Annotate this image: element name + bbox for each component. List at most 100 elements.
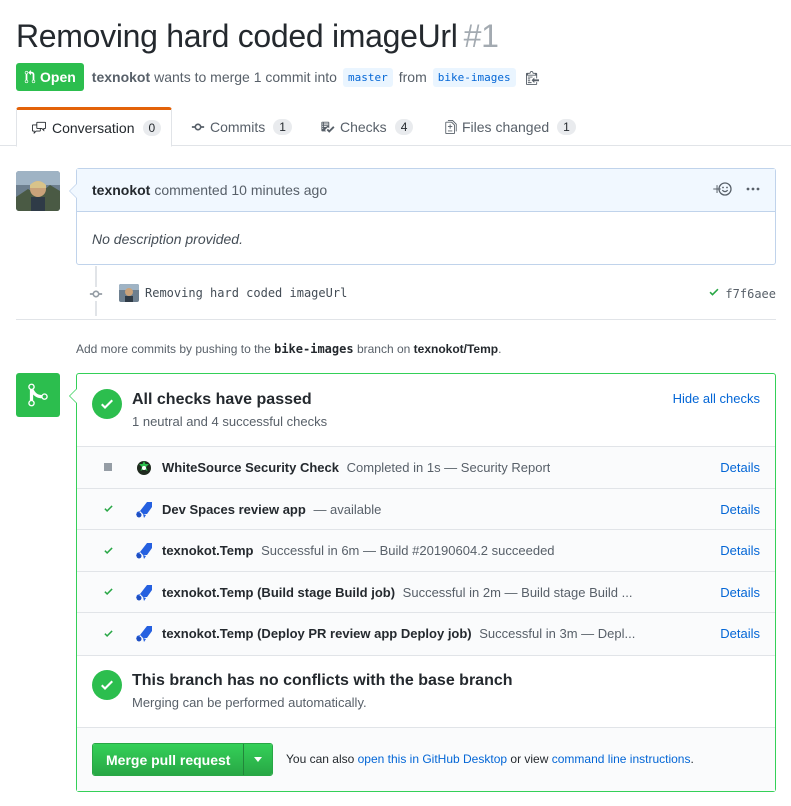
- state-badge: Open: [16, 63, 84, 91]
- tab-label: Conversation: [52, 120, 135, 136]
- hint-middle: branch on: [356, 342, 411, 356]
- whitesource-icon: [134, 458, 154, 478]
- comment-actions: +: [712, 181, 760, 200]
- avatar[interactable]: [16, 171, 60, 211]
- check-text: texnokot.Temp Successful in 6m — Build #…: [162, 543, 555, 558]
- conflicts-title: This branch has no conflicts with the ba…: [132, 672, 513, 689]
- check-name: texnokot.Temp (Deploy PR review app Depl…: [162, 626, 472, 641]
- check-icon: [101, 502, 115, 516]
- check-desc: — available: [313, 501, 382, 517]
- tab-counter: 1: [557, 118, 576, 135]
- base-branch[interactable]: master: [342, 67, 393, 87]
- check-text: WhiteSource Security Check Completed in …: [162, 460, 550, 475]
- check-desc: Successful in 2m — Build stage Build ...: [402, 584, 633, 600]
- check-icon: [101, 543, 115, 557]
- commit-sha-group: f7f6aee: [708, 286, 776, 301]
- pr-number: #1: [463, 18, 499, 54]
- merge-box: All checks have passed 1 neutral and 4 s…: [69, 373, 776, 792]
- tab-commits[interactable]: Commits 1: [191, 107, 292, 146]
- triangle-down-icon: [254, 757, 263, 762]
- details-link[interactable]: Details: [720, 626, 760, 641]
- check-row: texnokot.Temp (Build stage Build job) Su…: [77, 572, 775, 613]
- check-desc: Successful in 6m — Build #20190604.2 suc…: [261, 543, 555, 558]
- from-text: from: [398, 69, 427, 85]
- comment-time[interactable]: 10 minutes ago: [231, 182, 327, 198]
- check-row: Dev Spaces review app — available Detail…: [77, 489, 775, 530]
- hint-branch: bike-images: [274, 342, 354, 356]
- commit-message[interactable]: Removing hard coded imageUrl: [145, 286, 347, 300]
- push-hint: Add more commits by pushing to the bike-…: [76, 342, 501, 356]
- checks-subtitle: 1 neutral and 4 successful checks: [132, 414, 328, 429]
- details-link[interactable]: Details: [720, 543, 760, 558]
- pr-tabs: Conversation 0 Commits 1 Checks 4 Files …: [0, 107, 791, 147]
- kebab-horizontal-icon[interactable]: [746, 182, 760, 199]
- also-prefix: You can also: [286, 752, 355, 766]
- details-link[interactable]: Details: [720, 585, 760, 600]
- tab-conversation[interactable]: Conversation 0: [16, 107, 172, 147]
- comment-author[interactable]: texnokot: [92, 182, 150, 198]
- azure-pipelines-icon: [134, 500, 154, 520]
- check-row: texnokot.Temp (Deploy PR review app Depl…: [77, 613, 775, 655]
- check-name: texnokot.Temp (Build stage Build job): [162, 584, 396, 600]
- pr-title-text: Removing hard coded imageUrl: [16, 18, 458, 54]
- comment-header: texnokot commented 10 minutes ago +: [77, 169, 775, 212]
- check-row: texnokot.Temp Successful in 6m — Build #…: [77, 530, 775, 572]
- tab-label: Files changed: [462, 118, 550, 135]
- git-commit-icon: [191, 123, 205, 130]
- pull-request-icon: [24, 70, 36, 84]
- tab-counter: 1: [273, 118, 292, 135]
- hint-prefix: Add more commits by pushing to the: [76, 342, 271, 356]
- tab-counter: 0: [142, 120, 162, 136]
- pr-title: Removing hard coded imageUrl #1: [16, 18, 499, 55]
- merge-text: wants to merge 1 commit into: [154, 69, 337, 85]
- check-text: Dev Spaces review app — available: [162, 502, 381, 517]
- pr-author-link[interactable]: texnokot: [92, 69, 150, 85]
- check-text: texnokot.Temp (Deploy PR review app Depl…: [162, 626, 635, 641]
- check-icon: [708, 286, 720, 301]
- merge-footer: Merge pull request You can also open thi…: [77, 727, 775, 791]
- comment-discussion-icon: [32, 121, 46, 135]
- azure-pipelines-icon: [134, 541, 154, 561]
- merge-button-group: Merge pull request: [92, 743, 274, 776]
- check-desc: Successful in 3m — Depl...: [479, 626, 636, 641]
- or-view-text: or view: [510, 752, 549, 766]
- merge-alternatives: You can also open this in GitHub Desktop…: [286, 752, 694, 766]
- check-icon: [101, 626, 115, 640]
- check-name: WhiteSource Security Check: [162, 460, 339, 475]
- neutral-status-icon: [101, 460, 115, 474]
- head-branch[interactable]: bike-images: [432, 67, 516, 87]
- conflicts-subtitle: Merging can be performed automatically.: [132, 695, 367, 710]
- tab-label: Commits: [210, 118, 266, 135]
- hint-suffix: .: [498, 342, 502, 356]
- tab-files-changed[interactable]: Files changed 1: [445, 107, 576, 146]
- tab-label: Checks: [340, 118, 387, 135]
- azure-pipelines-icon: [134, 624, 154, 644]
- comment-action: commented: [154, 182, 228, 198]
- comment-box: texnokot commented 10 minutes ago + No d…: [69, 168, 776, 265]
- details-link[interactable]: Details: [720, 502, 760, 517]
- merge-pull-request-button[interactable]: Merge pull request: [93, 744, 244, 775]
- command-line-link[interactable]: command line instructions: [552, 752, 691, 766]
- timeline-divider: [16, 319, 776, 320]
- merge-options-button[interactable]: [243, 744, 273, 775]
- check-desc: Completed in 1s — Security Report: [346, 460, 551, 475]
- hint-repo: texnokot/Temp: [413, 342, 499, 356]
- git-merge-icon: [16, 373, 60, 417]
- comment-body: No description provided.: [92, 231, 243, 247]
- check-row: WhiteSource Security Check Completed in …: [77, 447, 775, 489]
- commit-avatar[interactable]: [119, 284, 139, 302]
- check-icon: [101, 585, 115, 599]
- clippy-icon[interactable]: [525, 70, 539, 85]
- checks-list: WhiteSource Security Check Completed in …: [77, 446, 775, 656]
- git-commit-icon: [89, 287, 103, 301]
- details-link[interactable]: Details: [720, 460, 760, 475]
- commit-sha[interactable]: f7f6aee: [725, 287, 776, 301]
- checks-title: All checks have passed: [132, 391, 312, 408]
- check-circle-icon: [92, 389, 122, 419]
- add-reaction-icon[interactable]: +: [712, 181, 732, 200]
- github-desktop-link[interactable]: open this in GitHub Desktop: [358, 752, 507, 766]
- check-name: texnokot.Temp: [162, 543, 254, 558]
- hide-all-checks-link[interactable]: Hide all checks: [673, 391, 760, 406]
- tab-checks[interactable]: Checks 4: [320, 107, 414, 146]
- state-label: Open: [40, 69, 76, 85]
